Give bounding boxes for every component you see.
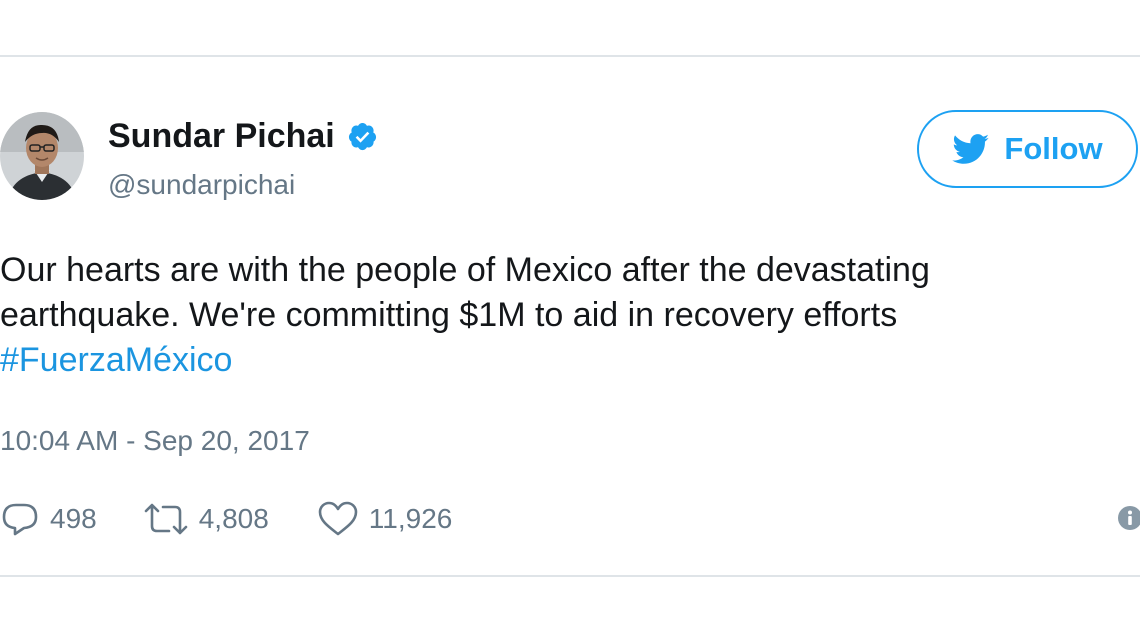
- author-handle[interactable]: @sundarpichai: [108, 168, 295, 202]
- top-divider: [0, 55, 1140, 57]
- reply-count: 498: [50, 503, 97, 534]
- tweet-text-line-2: earthquake. We're committing $1M to aid …: [0, 296, 898, 334]
- tweet-timestamp[interactable]: 10:04 AM - Sep 20, 2017: [0, 423, 310, 459]
- author-name-text[interactable]: Sundar Pichai: [108, 116, 335, 156]
- avatar[interactable]: [0, 112, 84, 200]
- retweet-count: 4,808: [198, 503, 269, 534]
- reply-icon: [2, 503, 38, 536]
- follow-button-label[interactable]: Follow: [1004, 131, 1102, 167]
- author-name[interactable]: Sundar Pichai: [108, 116, 378, 156]
- tweet-actions: 498 4,808 11,926: [0, 497, 452, 541]
- hashtag-link[interactable]: #FuerzaMéxico: [0, 338, 1130, 383]
- tweet-embed-card: Sundar Pichai @sundarpichai Follow Our h…: [0, 0, 1140, 641]
- tweet-text-line-1: Our hearts are with the people of Mexico…: [0, 251, 930, 289]
- info-icon[interactable]: [1117, 505, 1140, 531]
- heart-icon: [318, 501, 358, 536]
- like-action[interactable]: 11,926: [317, 501, 453, 537]
- reply-action[interactable]: 498: [0, 501, 97, 537]
- follow-button[interactable]: Follow: [917, 110, 1138, 188]
- like-count: 11,926: [368, 503, 453, 534]
- bottom-divider: [0, 575, 1140, 577]
- twitter-bird-icon: [952, 133, 990, 165]
- tweet-text: Our hearts are with the people of Mexico…: [0, 248, 1130, 383]
- retweet-action[interactable]: 4,808: [143, 502, 269, 536]
- verified-badge-icon: [347, 121, 378, 152]
- retweet-icon: [144, 503, 188, 535]
